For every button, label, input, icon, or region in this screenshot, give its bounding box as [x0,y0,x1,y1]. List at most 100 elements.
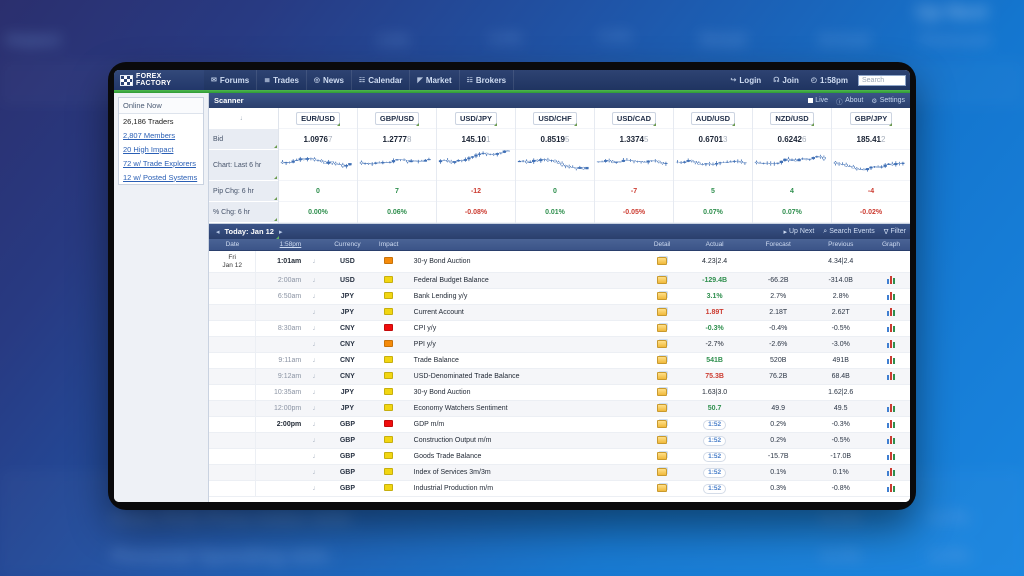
cell-graph[interactable] [872,385,910,401]
cell-event-title[interactable]: Construction Output m/m [408,433,642,449]
cell-detail[interactable] [642,369,682,385]
calendar-tool-search-events[interactable]: ⌕Search Events [823,228,874,236]
nav-item-login[interactable]: ↪Login [725,70,768,90]
table-row[interactable]: ♩GBPGoods Trade Balance1:52-15.7B-17.0B [209,449,910,465]
search-input[interactable]: Search [858,75,906,86]
calendar-date-label[interactable]: Today: Jan 12 [223,227,276,236]
nav-item-join[interactable]: ☊Join [767,70,805,90]
nav-item-brokers[interactable]: ☷Brokers [460,70,515,90]
cell-detail[interactable] [642,417,682,433]
cell-impact[interactable] [370,305,408,321]
cell-detail[interactable] [642,449,682,465]
nav-item-forums[interactable]: ✉Forums [204,70,257,90]
col-date[interactable]: Date [209,239,256,251]
online-now-link[interactable]: 72 w/ Trade Explorers [119,156,203,170]
cell-event-title[interactable]: USD-Denominated Trade Balance [408,369,642,385]
scanner-pair-header[interactable]: EUR/USD [279,108,357,129]
scanner-pair-header[interactable]: NZD/USD [753,108,831,129]
cell-detail[interactable] [642,337,682,353]
cell-speaker-icon[interactable]: ♩ [307,385,325,401]
scanner-sparkline-chart[interactable] [516,150,594,181]
cell-speaker-icon[interactable]: ♩ [307,465,325,481]
online-now-link[interactable]: 12 w/ Posted Systems [119,170,203,184]
cell-graph[interactable] [872,481,910,497]
cell-graph[interactable] [872,337,910,353]
cell-detail[interactable] [642,385,682,401]
table-row[interactable]: 12:00pm♩JPYEconomy Watchers Sentiment50.… [209,401,910,417]
cell-graph[interactable] [872,433,910,449]
cell-event-title[interactable]: GDP m/m [408,417,642,433]
scanner-pair-header[interactable]: AUD/USD [674,108,752,129]
cell-impact[interactable] [370,481,408,497]
prev-day-button[interactable]: ◂ [213,228,223,236]
col-forecast[interactable]: Forecast [747,239,810,251]
next-day-button[interactable]: ▸ [276,228,286,236]
cell-impact[interactable] [370,289,408,305]
cell-impact[interactable] [370,385,408,401]
cell-speaker-icon[interactable]: ♩ [307,289,325,305]
cell-impact[interactable] [370,337,408,353]
scanner-tool-about[interactable]: ⓘAbout [836,96,863,106]
cell-detail[interactable] [642,289,682,305]
cell-detail[interactable] [642,465,682,481]
cell-event-title[interactable]: Bank Lending y/y [408,289,642,305]
scanner-sparkline-chart[interactable] [279,150,357,181]
table-row[interactable]: 6:50am♩JPYBank Lending y/y3.1%2.7%2.8% [209,289,910,305]
cell-graph[interactable] [872,273,910,289]
cell-speaker-icon[interactable]: ♩ [307,401,325,417]
cell-impact[interactable] [370,273,408,289]
cell-speaker-icon[interactable]: ♩ [307,321,325,337]
cell-graph[interactable] [872,369,910,385]
scanner-sparkline-chart[interactable] [832,150,910,181]
cell-impact[interactable] [370,251,408,273]
table-row[interactable]: FriJan 121:01am♩USD30-y Bond Auction4.23… [209,251,910,273]
cell-detail[interactable] [642,401,682,417]
table-row[interactable]: ♩GBPConstruction Output m/m1:520.2%-0.5% [209,433,910,449]
cell-impact[interactable] [370,449,408,465]
cell-graph[interactable] [872,353,910,369]
col-currency[interactable]: Currency [325,239,370,251]
cell-event-title[interactable]: Trade Balance [408,353,642,369]
calendar-tool-up-next[interactable]: ▸Up Next [783,228,814,236]
cell-graph[interactable] [872,289,910,305]
col-detail[interactable]: Detail [642,239,682,251]
cell-graph[interactable] [872,401,910,417]
cell-detail[interactable] [642,321,682,337]
cell-speaker-icon[interactable]: ♩ [307,305,325,321]
calendar-tool-filter[interactable]: ∇Filter [884,228,906,236]
cell-speaker-icon[interactable]: ♩ [307,481,325,497]
nav-item-news[interactable]: ◎News [307,70,352,90]
col-previous[interactable]: Previous [809,239,872,251]
table-row[interactable]: 2:00pm♩GBPGDP m/m1:520.2%-0.3% [209,417,910,433]
cell-detail[interactable] [642,273,682,289]
scanner-tool-settings[interactable]: ⚙Settings [871,96,905,106]
cell-detail[interactable] [642,251,682,273]
cell-graph[interactable] [872,305,910,321]
cell-speaker-icon[interactable]: ♩ [307,417,325,433]
cell-detail[interactable] [642,481,682,497]
cell-speaker-icon[interactable]: ♩ [307,353,325,369]
table-row[interactable]: ♩GBPIndex of Services 3m/3m1:520.1%0.1% [209,465,910,481]
cell-graph[interactable] [872,251,910,273]
cell-impact[interactable] [370,401,408,417]
scanner-tool-live[interactable]: Live [808,96,828,106]
cell-graph[interactable] [872,417,910,433]
cell-detail[interactable] [642,305,682,321]
cell-speaker-icon[interactable]: ♩ [307,337,325,353]
cell-event-title[interactable]: PPI y/y [408,337,642,353]
col-actual[interactable]: Actual [682,239,747,251]
cell-event-title[interactable]: CPI y/y [408,321,642,337]
cell-event-title[interactable]: Current Account [408,305,642,321]
table-row[interactable]: 9:12am♩CNYUSD-Denominated Trade Balance7… [209,369,910,385]
cell-event-title[interactable]: Index of Services 3m/3m [408,465,642,481]
table-row[interactable]: ♩CNYPPI y/y-2.7%-2.6%-3.0% [209,337,910,353]
table-row[interactable]: 9:11am♩CNYTrade Balance541B520B491B [209,353,910,369]
online-now-link[interactable]: 2,807 Members [119,128,203,142]
table-row[interactable]: 2:00am♩USDFederal Budget Balance-129.4B-… [209,273,910,289]
nav-item-market[interactable]: ◤Market [410,70,459,90]
cell-event-title[interactable]: 30-y Bond Auction [408,385,642,401]
cell-event-title[interactable]: Goods Trade Balance [408,449,642,465]
cell-speaker-icon[interactable]: ♩ [307,449,325,465]
cell-impact[interactable] [370,321,408,337]
table-row[interactable]: 10:35am♩JPY30-y Bond Auction1.63|3.01.62… [209,385,910,401]
